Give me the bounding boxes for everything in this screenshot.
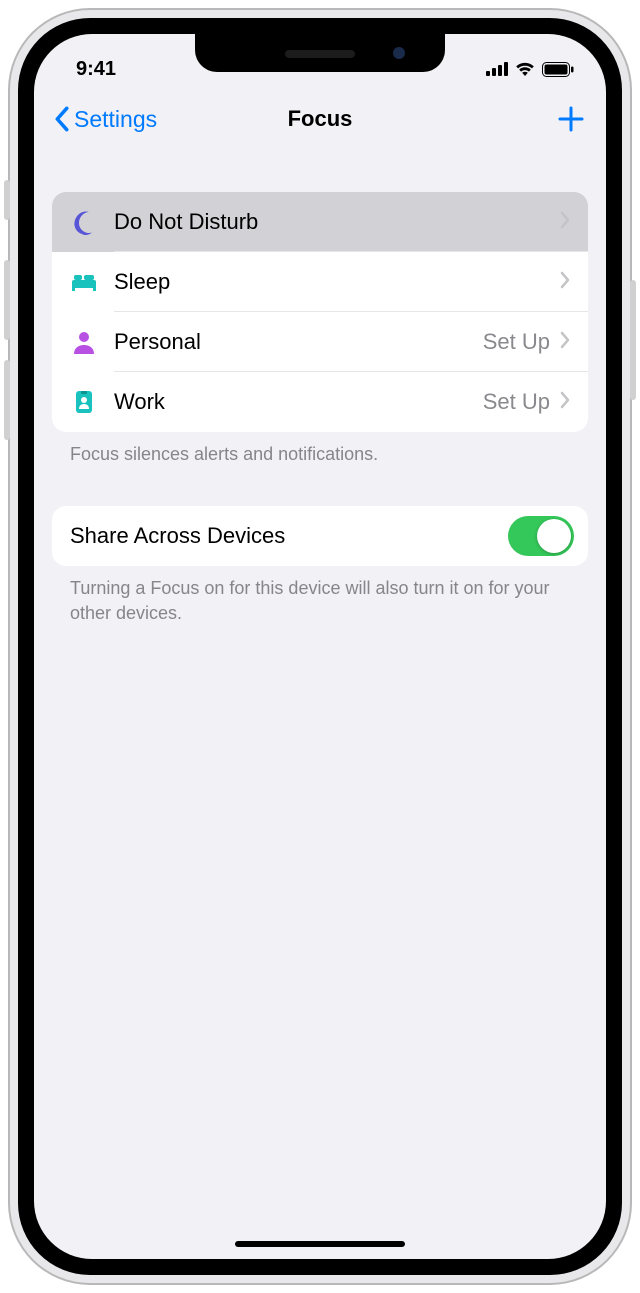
chevron-right-icon [560, 391, 570, 414]
plus-icon [556, 104, 586, 134]
status-indicators [486, 61, 574, 77]
home-indicator[interactable] [235, 1241, 405, 1247]
row-label: Sleep [114, 269, 560, 295]
row-detail: Set Up [483, 389, 550, 415]
chevron-right-icon [560, 211, 570, 234]
share-group: Share Across Devices [52, 506, 588, 566]
person-icon [70, 328, 114, 356]
wifi-icon [514, 61, 536, 77]
share-footer: Turning a Focus on for this device will … [52, 566, 588, 625]
share-across-devices-row: Share Across Devices [52, 506, 588, 566]
share-toggle[interactable] [508, 516, 574, 556]
focus-row-do-not-disturb[interactable]: Do Not Disturb [52, 192, 588, 252]
back-button[interactable]: Settings [54, 106, 157, 133]
row-label: Personal [114, 329, 483, 355]
bed-icon [70, 268, 114, 296]
share-label: Share Across Devices [70, 523, 508, 549]
focus-row-personal[interactable]: Personal Set Up [52, 312, 588, 372]
row-label: Work [114, 389, 483, 415]
focus-modes-group: Do Not Disturb Sleep [52, 192, 588, 432]
add-button[interactable] [556, 104, 586, 134]
battery-icon [542, 62, 574, 77]
moon-icon [70, 208, 114, 236]
row-detail: Set Up [483, 329, 550, 355]
nav-bar: Settings Focus [34, 90, 606, 148]
chevron-left-icon [54, 106, 70, 132]
chevron-right-icon [560, 271, 570, 294]
focus-group-footer: Focus silences alerts and notifications. [52, 432, 588, 466]
row-label: Do Not Disturb [114, 209, 560, 235]
chevron-right-icon [560, 331, 570, 354]
focus-row-sleep[interactable]: Sleep [52, 252, 588, 312]
focus-row-work[interactable]: Work Set Up [52, 372, 588, 432]
page-title: Focus [288, 106, 353, 132]
badge-icon [70, 388, 114, 416]
status-time: 9:41 [76, 58, 116, 81]
back-label: Settings [74, 106, 157, 133]
notch [195, 34, 445, 72]
cellular-icon [486, 62, 508, 76]
